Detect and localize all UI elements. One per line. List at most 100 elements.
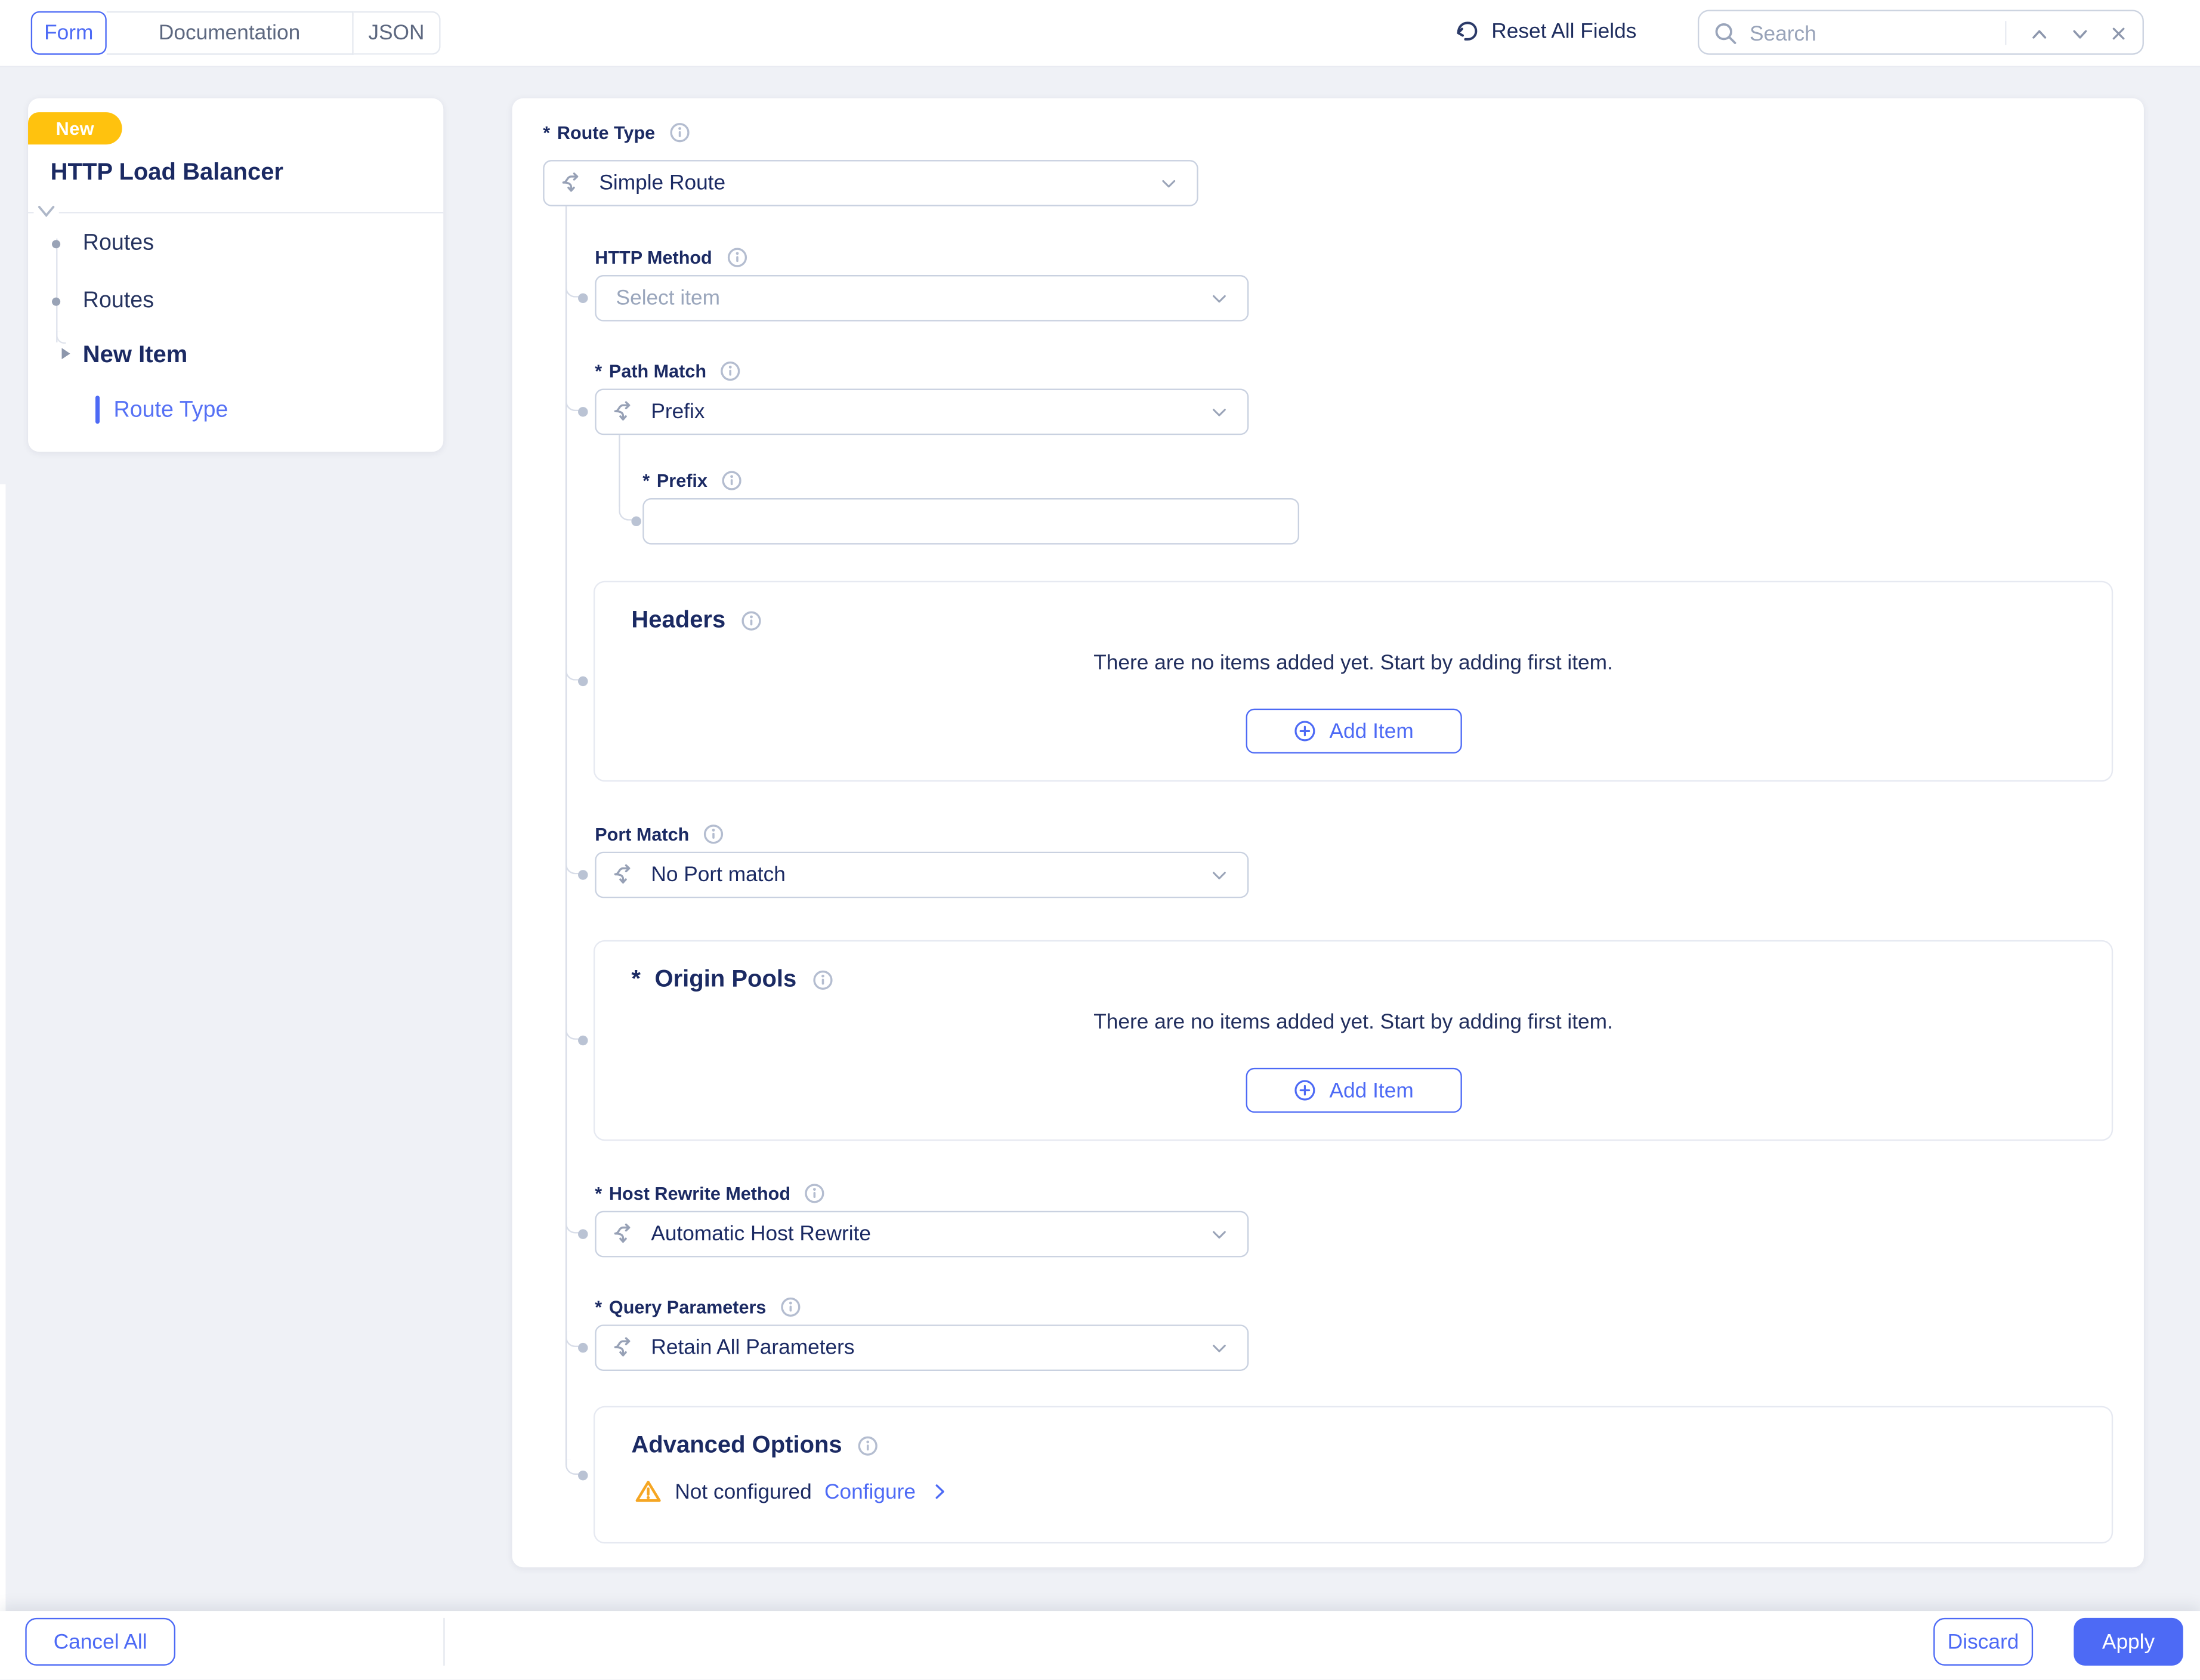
- tab-documentation[interactable]: Documentation: [107, 11, 354, 55]
- reset-all-fields-button[interactable]: Reset All Fields: [1452, 17, 1636, 45]
- field-connector-line: [566, 206, 567, 1465]
- info-icon[interactable]: [725, 246, 749, 270]
- tree-bullet-icon: [52, 298, 60, 306]
- info-icon[interactable]: [720, 469, 744, 493]
- route-split-icon: [560, 171, 583, 195]
- warning-icon: [634, 1478, 662, 1506]
- host-rewrite-method-label: * Host Rewrite Method: [595, 1181, 827, 1205]
- origin-pools-empty-text: There are no items added yet. Start by a…: [595, 1010, 2112, 1034]
- tree-bullet-icon: [52, 240, 60, 248]
- query-parameters-select[interactable]: Retain All Parameters: [595, 1324, 1249, 1371]
- apply-button[interactable]: Apply: [2074, 1618, 2183, 1666]
- tab-json[interactable]: JSON: [354, 11, 441, 55]
- required-marker: *: [595, 1296, 602, 1317]
- new-badge: New: [28, 112, 122, 144]
- tab-form[interactable]: Form: [31, 11, 107, 55]
- sidebar-item-new-item[interactable]: New Item: [83, 341, 188, 369]
- path-match-select[interactable]: Prefix: [595, 389, 1249, 436]
- route-split-icon: [611, 1336, 635, 1360]
- advanced-options-title: Advanced Options: [631, 1431, 880, 1459]
- http-load-balancer-route-form: Form Documentation JSON Reset All Fields…: [0, 0, 2200, 1680]
- tab-form-label: Form: [44, 21, 93, 45]
- headers-title: Headers: [631, 606, 763, 634]
- info-icon[interactable]: [811, 968, 835, 992]
- info-icon[interactable]: [719, 359, 743, 383]
- prefix-label: * Prefix: [642, 469, 744, 493]
- route-type-label: * Route Type: [543, 121, 691, 144]
- search-input[interactable]: [1747, 13, 1991, 55]
- sidebar-item-routes-1[interactable]: Routes: [83, 231, 154, 257]
- field-connector-dot: [578, 869, 588, 879]
- port-match-select[interactable]: No Port match: [595, 852, 1249, 898]
- field-connector-dot: [578, 676, 588, 685]
- tab-documentation-label: Documentation: [159, 21, 300, 45]
- info-icon[interactable]: [779, 1295, 803, 1319]
- chevron-right-icon[interactable]: [928, 1480, 951, 1503]
- reset-undo-icon: [1452, 17, 1480, 45]
- sidebar-item-routes-2[interactable]: Routes: [83, 289, 154, 314]
- route-type-value: Simple Route: [599, 171, 725, 195]
- info-icon[interactable]: [803, 1181, 827, 1205]
- field-connector-dot: [578, 1470, 588, 1480]
- route-split-icon: [611, 863, 635, 887]
- headers-empty-text: There are no items added yet. Start by a…: [595, 651, 2112, 675]
- origin-pools-add-item-button[interactable]: Add Item: [1245, 1068, 1461, 1113]
- search-prev-button[interactable]: [2023, 18, 2054, 50]
- view-tabs: Form Documentation JSON: [31, 11, 441, 55]
- info-icon[interactable]: [856, 1434, 880, 1457]
- info-icon[interactable]: [668, 121, 691, 144]
- required-marker: *: [631, 965, 641, 993]
- origin-pools-title: * Origin Pools: [631, 965, 834, 993]
- search-icon: [1711, 20, 1739, 55]
- required-marker: *: [642, 470, 650, 491]
- search-clear-button[interactable]: [2103, 18, 2134, 50]
- required-marker: *: [543, 122, 550, 143]
- tree-expand-arrow-icon: [61, 348, 70, 359]
- search-box: [1698, 10, 2144, 54]
- tab-json-label: JSON: [368, 21, 424, 45]
- close-icon: [2109, 24, 2128, 44]
- headers-section: Headers There are no items added yet. St…: [594, 581, 2113, 782]
- advanced-options-section: Advanced Options Not configured Configur…: [594, 1406, 2113, 1544]
- chevron-down-icon: [1208, 402, 1231, 424]
- chevron-down-icon: [1157, 172, 1180, 195]
- port-match-value: No Port match: [651, 863, 786, 887]
- route-split-icon: [611, 1222, 635, 1246]
- http-method-select[interactable]: Select item: [595, 275, 1249, 322]
- top-bar: Form Documentation JSON Reset All Fields: [0, 0, 2200, 67]
- search-divider: [2005, 21, 2006, 45]
- configure-link[interactable]: Configure: [824, 1480, 916, 1503]
- field-connector-line: [619, 435, 620, 507]
- field-connector-dot: [578, 406, 588, 416]
- reset-all-fields-label: Reset All Fields: [1491, 19, 1636, 43]
- new-badge-label: New: [56, 118, 94, 139]
- required-marker: *: [595, 1183, 602, 1204]
- chevron-up-icon: [2028, 23, 2049, 44]
- host-rewrite-method-value: Automatic Host Rewrite: [651, 1222, 871, 1246]
- headers-add-item-button[interactable]: Add Item: [1245, 709, 1461, 753]
- sidebar-item-route-type[interactable]: Route Type: [114, 399, 228, 424]
- sidebar-title: HTTP Load Balancer: [51, 159, 283, 187]
- info-icon[interactable]: [702, 822, 725, 846]
- http-method-placeholder: Select item: [616, 286, 721, 310]
- collapse-chevron-icon[interactable]: [33, 203, 58, 220]
- chevron-down-icon: [2069, 23, 2090, 44]
- footer-divider: [443, 1618, 444, 1666]
- navigation-tree-card: New HTTP Load Balancer Routes Routes New…: [28, 98, 443, 452]
- route-type-select[interactable]: Simple Route: [543, 160, 1198, 206]
- search-next-button[interactable]: [2064, 18, 2095, 50]
- field-connector-dot: [631, 515, 641, 525]
- path-match-label: * Path Match: [595, 359, 743, 383]
- active-item-indicator: [95, 396, 100, 424]
- route-form-panel: * Route Type Simple Route HTTP Method Se…: [512, 98, 2143, 1568]
- host-rewrite-method-select[interactable]: Automatic Host Rewrite: [595, 1211, 1249, 1258]
- cancel-all-button[interactable]: Cancel All: [25, 1618, 175, 1666]
- chevron-down-icon: [1208, 864, 1231, 887]
- required-marker: *: [595, 360, 602, 381]
- chevron-down-icon: [1208, 1224, 1231, 1246]
- info-icon[interactable]: [740, 609, 764, 632]
- query-parameters-label: * Query Parameters: [595, 1295, 802, 1319]
- prefix-input[interactable]: [642, 498, 1299, 545]
- left-edge-gutter: [0, 484, 5, 1611]
- discard-button[interactable]: Discard: [1933, 1618, 2033, 1666]
